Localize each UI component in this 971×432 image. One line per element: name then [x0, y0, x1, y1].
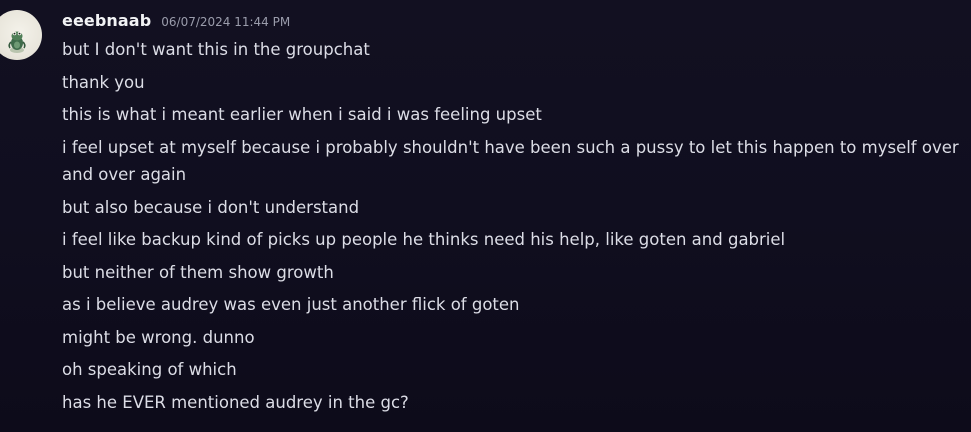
frog-avatar-icon: [8, 31, 26, 53]
message-text: has he EVER mentioned audrey in the gc?: [62, 393, 409, 412]
message-text: thank you: [62, 73, 145, 92]
message-header: eeebnaab 06/07/2024 11:44 PM: [62, 11, 290, 33]
message-text: oh speaking of which: [62, 360, 237, 379]
message-text: but also because i don't understand: [62, 198, 360, 217]
username[interactable]: eeebnaab: [62, 11, 151, 30]
message-text: as i believe audrey was even just anothe…: [62, 295, 520, 314]
timestamp[interactable]: 06/07/2024 11:44 PM: [161, 15, 290, 29]
message-text: i feel upset at myself because i probabl…: [62, 138, 959, 184]
message-text: i feel like backup kind of picks up peop…: [62, 230, 786, 249]
message-text: might be wrong. dunno: [62, 328, 255, 347]
message-group: eeebnaab 06/07/2024 11:44 PM but I don't…: [0, 0, 971, 432]
message-text: but I don't want this in the groupchat: [62, 40, 370, 59]
user-avatar[interactable]: [0, 10, 42, 60]
message-text: but neither of them show growth: [62, 263, 334, 282]
message-text: this is what i meant earlier when i said…: [62, 105, 542, 124]
